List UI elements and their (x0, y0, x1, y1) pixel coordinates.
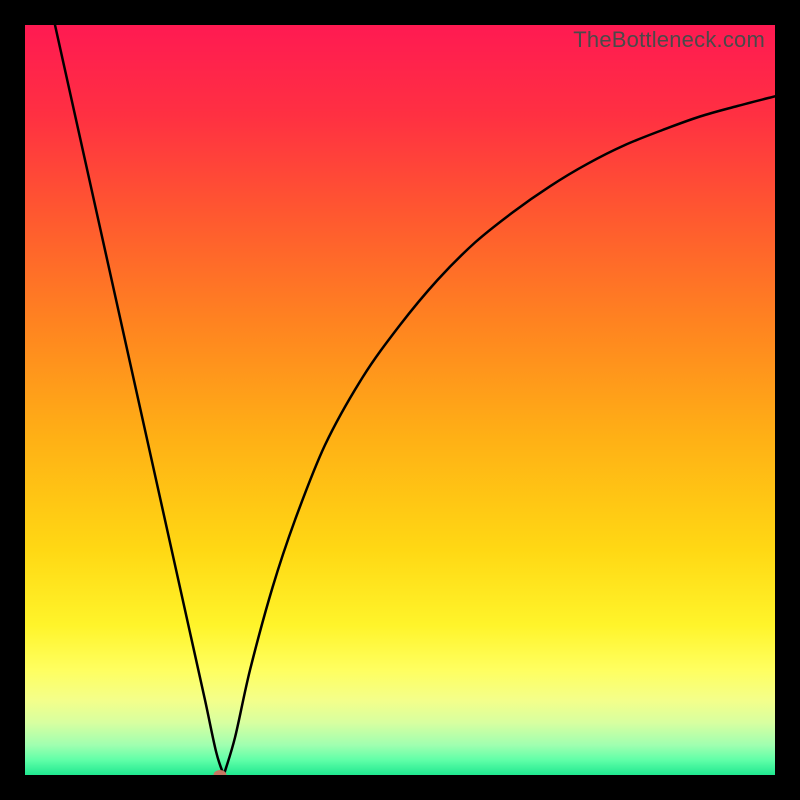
chart-frame: TheBottleneck.com (0, 0, 800, 800)
curve-left-branch (55, 25, 224, 775)
watermark-label: TheBottleneck.com (573, 27, 765, 53)
curve-right-branch (224, 96, 775, 775)
optimum-marker (214, 770, 227, 775)
plot-area: TheBottleneck.com (25, 25, 775, 775)
curve-svg (25, 25, 775, 775)
